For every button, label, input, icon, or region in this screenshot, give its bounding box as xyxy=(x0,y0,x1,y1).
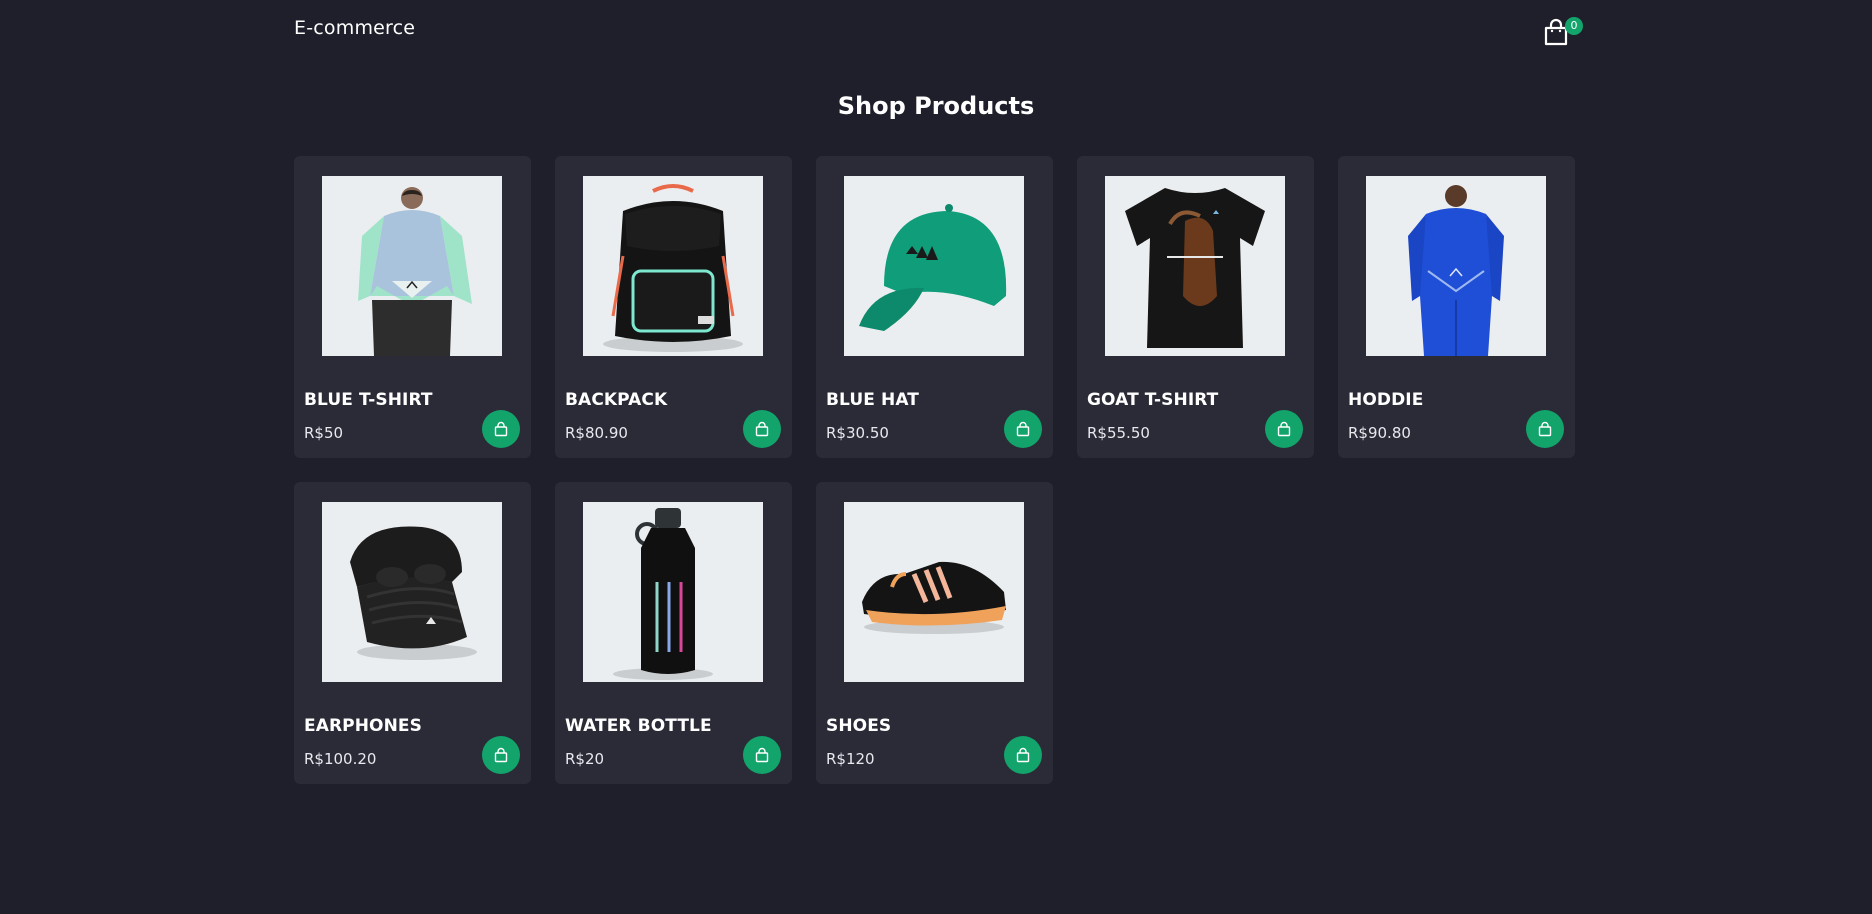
add-to-cart-button[interactable] xyxy=(1526,410,1564,448)
shopping-bag-icon xyxy=(1277,421,1291,437)
shopping-bag-icon xyxy=(1016,421,1030,437)
add-to-cart-button[interactable] xyxy=(1265,410,1303,448)
product-price: R$90.80 xyxy=(1348,424,1411,442)
product-price: R$20 xyxy=(565,750,605,768)
product-price: R$80.90 xyxy=(565,424,628,442)
add-to-cart-button[interactable] xyxy=(1004,736,1042,774)
product-name: WATER BOTTLE xyxy=(565,716,712,736)
site-header: E-commerce 0 xyxy=(294,0,1586,62)
shopping-bag-icon xyxy=(755,747,769,763)
earbuds-case-image[interactable] xyxy=(322,502,502,682)
goat-tshirt-image[interactable] xyxy=(1105,176,1285,356)
sneaker-image[interactable] xyxy=(844,502,1024,682)
shopping-bag-icon xyxy=(494,421,508,437)
product-name: BLUE HAT xyxy=(826,390,919,410)
shopping-bag-icon xyxy=(755,421,769,437)
product-price: R$120 xyxy=(826,750,875,768)
product-card: GOAT T-SHIRT R$55.50 xyxy=(1077,156,1314,458)
blue-hoodie-model-image[interactable] xyxy=(1366,176,1546,356)
product-name: HODDIE xyxy=(1348,390,1424,410)
product-card: SHOES R$120 xyxy=(816,482,1053,784)
shopping-bag-icon xyxy=(1016,747,1030,763)
cart-count-badge: 0 xyxy=(1565,17,1583,35)
add-to-cart-button[interactable] xyxy=(482,736,520,774)
add-to-cart-button[interactable] xyxy=(743,410,781,448)
product-card: BACKPACK R$80.90 xyxy=(555,156,792,458)
blue-hoodie-image[interactable] xyxy=(322,176,502,356)
product-grid: BLUE T-SHIRT R$50 BACKPACK R$80.90 BLUE … xyxy=(294,156,1586,784)
add-to-cart-button[interactable] xyxy=(1004,410,1042,448)
product-card: EARPHONES R$100.20 xyxy=(294,482,531,784)
product-price: R$100.20 xyxy=(304,750,377,768)
shopping-bag-icon xyxy=(494,747,508,763)
product-price: R$30.50 xyxy=(826,424,889,442)
product-card: HODDIE R$90.80 xyxy=(1338,156,1575,458)
product-price: R$55.50 xyxy=(1087,424,1150,442)
product-card: WATER BOTTLE R$20 xyxy=(555,482,792,784)
product-name: GOAT T-SHIRT xyxy=(1087,390,1219,410)
add-to-cart-button[interactable] xyxy=(482,410,520,448)
product-name: SHOES xyxy=(826,716,892,736)
site-logo[interactable]: E-commerce xyxy=(294,17,415,39)
product-name: EARPHONES xyxy=(304,716,422,736)
product-name: BACKPACK xyxy=(565,390,668,410)
add-to-cart-button[interactable] xyxy=(743,736,781,774)
product-name: BLUE T-SHIRT xyxy=(304,390,433,410)
product-price: R$50 xyxy=(304,424,344,442)
product-card: BLUE T-SHIRT R$50 xyxy=(294,156,531,458)
cart-button[interactable]: 0 xyxy=(1542,14,1586,46)
green-cap-image[interactable] xyxy=(844,176,1024,356)
backpack-image[interactable] xyxy=(583,176,763,356)
product-card: BLUE HAT R$30.50 xyxy=(816,156,1053,458)
page-title: Shop Products xyxy=(837,92,1035,120)
water-bottle-image[interactable] xyxy=(583,502,763,682)
shopping-bag-icon xyxy=(1538,421,1552,437)
